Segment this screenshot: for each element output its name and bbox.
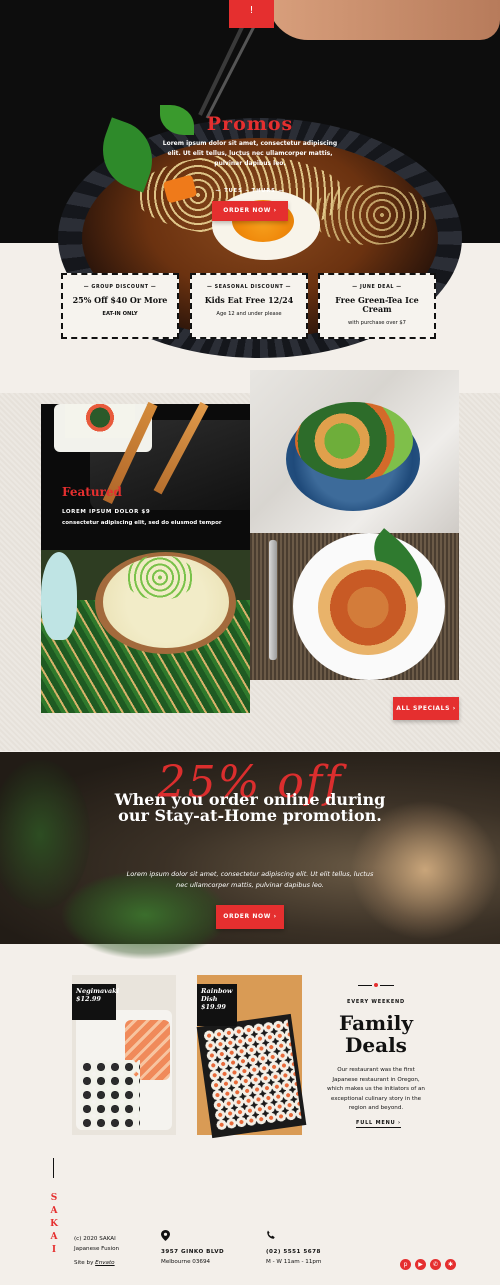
site-credit: Site by Envato bbox=[74, 1258, 119, 1268]
fork bbox=[269, 540, 277, 660]
footer-contact: (02) 5551 5678 M - W 11am - 11pm bbox=[266, 1247, 321, 1267]
deal-price: $19.99 bbox=[201, 1003, 226, 1011]
promo-card-group-discount: — GROUP DISCOUNT — 25% Off $40 Or More E… bbox=[61, 273, 179, 339]
deal-label: Negimavaki $12.99 bbox=[72, 984, 120, 1020]
copyright: (c) 2020 SAKAI bbox=[74, 1236, 116, 1242]
promo-label: — SEASONAL DISCOUNT — bbox=[207, 285, 291, 290]
address-line2: Melbourne 03694 bbox=[161, 1259, 211, 1265]
accent-dot bbox=[374, 983, 378, 987]
hours-label: — TUES – THURS — bbox=[215, 188, 285, 194]
scallions bbox=[125, 555, 195, 600]
footer-divider bbox=[53, 1158, 54, 1178]
yelp-icon[interactable]: ✱ bbox=[445, 1259, 456, 1270]
pinterest-icon[interactable]: p bbox=[400, 1259, 411, 1270]
phone-icon bbox=[267, 1230, 275, 1239]
hero-description: Lorem ipsum dolor sit amet, consectetur … bbox=[162, 140, 338, 167]
envato-link[interactable]: Envato bbox=[95, 1260, 114, 1266]
featured-title: Featured bbox=[62, 485, 122, 499]
promo-card-june-deal: — JUNE DEAL — Free Green-Tea Ice Cream w… bbox=[318, 273, 436, 339]
promo-subtitle: with purchase over $7 bbox=[348, 320, 406, 326]
order-now-button[interactable]: ORDER NOW › bbox=[212, 201, 288, 221]
whatsapp-icon[interactable]: ✆ bbox=[430, 1259, 441, 1270]
brand-logo[interactable]: S A K A I bbox=[47, 1192, 61, 1257]
address-line1: 3957 GINKO BLVD bbox=[161, 1249, 225, 1255]
tagline: Japanese Fusion bbox=[74, 1246, 120, 1252]
promo-label: — GROUP DISCOUNT — bbox=[83, 285, 157, 290]
phone-number[interactable]: (02) 5551 5678 bbox=[266, 1249, 321, 1255]
maki-rolls bbox=[80, 1060, 140, 1130]
promo-title: Kids Eat Free 12/24 bbox=[204, 295, 294, 305]
deal-name: Negimavaki bbox=[76, 987, 120, 995]
brand-letter: A bbox=[50, 1232, 58, 1242]
deal-label: Rainbow Dish $19.99 bbox=[197, 984, 237, 1026]
featured-line2: consectetur adipiscing elit, sed do eius… bbox=[62, 520, 222, 526]
promo-title: 25% Off $40 Or More bbox=[72, 295, 168, 305]
featured-line1: LOREM IPSUM DOLOR $9 bbox=[62, 509, 151, 515]
promo-subtitle: EAT-IN ONLY bbox=[102, 311, 138, 317]
banner-description: Lorem ipsum dolor sit amet, consectetur … bbox=[126, 870, 374, 889]
hand-image bbox=[268, 0, 500, 40]
full-menu-link[interactable]: FULL MENU › bbox=[356, 1120, 401, 1128]
divider bbox=[358, 985, 372, 986]
footer-address: 3957 GINKO BLVD Melbourne 03694 bbox=[161, 1247, 224, 1267]
promos-title: Promos bbox=[206, 113, 294, 135]
sushi-roll bbox=[65, 404, 135, 438]
deal-name: Rainbow Dish bbox=[201, 987, 233, 1003]
promo-subtitle: Age 12 and under please bbox=[216, 311, 282, 317]
deal-price: $12.99 bbox=[76, 995, 101, 1003]
promo-card-seasonal-discount: — SEASONAL DISCOUNT — Kids Eat Free 12/2… bbox=[190, 273, 308, 339]
all-specials-button[interactable]: ALL SPECIALS › bbox=[393, 697, 459, 720]
deals-eyebrow: EVERY WEEKEND bbox=[346, 999, 405, 1005]
youtube-icon[interactable]: ▶ bbox=[415, 1259, 426, 1270]
promo-label: — JUNE DEAL — bbox=[352, 285, 402, 290]
salad bbox=[295, 402, 413, 480]
banner-title: When you order online during our Stay-at… bbox=[114, 790, 386, 825]
top-badge[interactable]: ! bbox=[229, 0, 274, 28]
maki-rolls bbox=[203, 1019, 302, 1131]
shrimp-noodles bbox=[318, 560, 418, 655]
brand-letter: K bbox=[50, 1219, 58, 1229]
order-now-button[interactable]: ORDER NOW › bbox=[216, 905, 284, 929]
opening-hours: M - W 11am - 11pm bbox=[266, 1259, 322, 1265]
deals-description: Our restaurant was the first Japanese re… bbox=[327, 1067, 425, 1111]
location-pin-icon bbox=[161, 1230, 170, 1241]
brand-letter: S bbox=[50, 1193, 58, 1203]
noodles bbox=[310, 185, 430, 245]
brand-letter: A bbox=[50, 1206, 58, 1216]
deals-title: Family Deals bbox=[338, 1011, 414, 1057]
divider bbox=[380, 985, 394, 986]
site-by-label: Site by bbox=[74, 1260, 94, 1266]
footer-company: (c) 2020 SAKAI Japanese Fusion Site by E… bbox=[74, 1234, 119, 1268]
promo-title: Free Green-Tea Ice Cream bbox=[335, 295, 419, 314]
brand-letter: I bbox=[51, 1245, 57, 1255]
spoon bbox=[41, 552, 77, 640]
